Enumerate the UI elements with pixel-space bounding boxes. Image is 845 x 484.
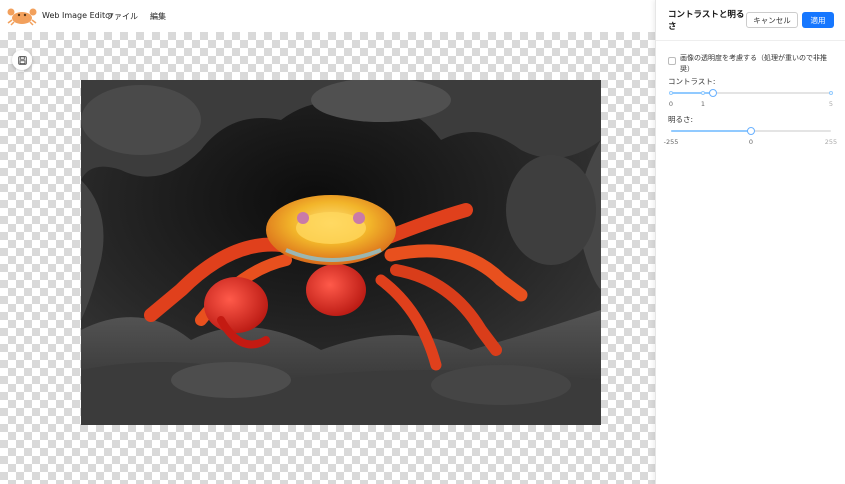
- panel-title: コントラストと明るさ: [668, 10, 745, 32]
- slider-mark-dot: [829, 91, 833, 95]
- transparency-checkbox-label: 画像の透明度を考慮する（処理が重いので非推奨）: [680, 54, 827, 73]
- contrast-mark-min: 0: [668, 100, 674, 108]
- contrast-label: コントラスト:: [668, 77, 716, 86]
- app-header: Web Image Editor ファイル 編集: [0, 0, 655, 32]
- menu-edit[interactable]: 編集: [150, 11, 166, 22]
- menu-file[interactable]: ファイル: [106, 11, 138, 22]
- contrast-slider[interactable]: [669, 88, 833, 98]
- apply-button[interactable]: 適用: [802, 12, 834, 28]
- cancel-button[interactable]: キャンセル: [746, 12, 798, 28]
- app-title: Web Image Editor: [42, 11, 114, 20]
- brightness-slider-handle[interactable]: [747, 127, 755, 135]
- crab-photo: [81, 80, 601, 425]
- slider-mark-dot: [669, 91, 673, 95]
- contrast-mark-default: 1: [700, 100, 706, 108]
- slider-mark-dot: [701, 91, 705, 95]
- crab-logo-icon: [7, 8, 37, 26]
- divider: [656, 40, 845, 41]
- brightness-mark-max: 255: [824, 138, 838, 146]
- edited-image[interactable]: [81, 80, 601, 425]
- slider-fill: [671, 92, 713, 94]
- contrast-brightness-panel: コントラストと明るさ キャンセル 適用 画像の透明度を考慮する（処理が重いので非…: [655, 0, 845, 484]
- brightness-mark-zero: 0: [748, 138, 754, 146]
- contrast-slider-handle[interactable]: [708, 89, 717, 97]
- contrast-mark-max: 5: [828, 100, 834, 108]
- transparency-checkbox[interactable]: [668, 57, 676, 65]
- brightness-slider[interactable]: [671, 126, 831, 136]
- slider-fill: [671, 130, 751, 132]
- transparency-option: 画像の透明度を考慮する（処理が重いので非推奨）: [668, 53, 836, 75]
- save-icon: [17, 55, 27, 65]
- brightness-label: 明るさ:: [668, 115, 694, 124]
- save-button[interactable]: [12, 50, 32, 70]
- brightness-mark-min: -255: [663, 138, 679, 146]
